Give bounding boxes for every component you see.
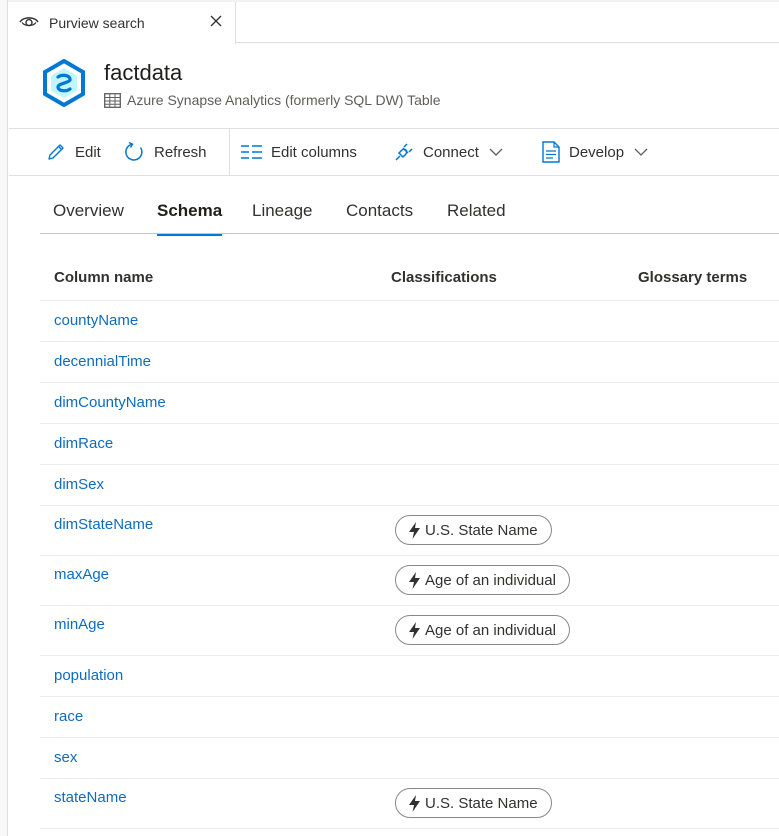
column-name-link[interactable]: maxAge — [54, 566, 109, 583]
lightning-icon — [409, 571, 420, 589]
tab-overview[interactable]: Overview — [53, 201, 124, 234]
refresh-button[interactable]: Refresh — [123, 129, 207, 175]
develop-dropdown[interactable]: Develop — [542, 129, 648, 175]
table-row[interactable]: decennialTime — [40, 342, 779, 383]
column-name-link[interactable]: countyName — [54, 312, 138, 329]
edit-button[interactable]: Edit — [46, 129, 101, 175]
asset-tabs: Overview Schema Lineage Contacts Related — [40, 190, 779, 236]
left-rail — [0, 0, 8, 836]
schema-table: Column name Classifications Glossary ter… — [40, 256, 779, 829]
table-row[interactable]: dimCountyName — [40, 383, 779, 424]
table-body: countyName decennialTime dimCountyName dimR… — [40, 301, 779, 829]
edit-columns-button[interactable]: Edit columns — [241, 129, 357, 175]
table-row[interactable]: dimSex — [40, 465, 779, 506]
column-name-link[interactable]: race — [54, 708, 83, 725]
asset-type: Azure Synapse Analytics (formerly SQL DW… — [104, 92, 441, 108]
classification-label: U.S. State Name — [425, 794, 538, 812]
column-name-link[interactable]: dimRace — [54, 435, 113, 452]
table-icon — [104, 92, 121, 108]
classification-tag[interactable]: U.S. State Name — [395, 515, 552, 545]
tab-label: Purview search — [49, 15, 145, 31]
lightning-icon — [409, 621, 420, 639]
tab-related[interactable]: Related — [447, 201, 506, 234]
table-row[interactable]: maxAge Age of an individual — [40, 556, 779, 606]
columns-icon — [241, 145, 262, 159]
pencil-icon — [48, 144, 64, 160]
column-name-link[interactable]: sex — [54, 749, 77, 766]
develop-label: Develop — [569, 143, 625, 161]
asset-type-label: Azure Synapse Analytics (formerly SQL DW… — [127, 92, 441, 108]
classification-label: U.S. State Name — [425, 521, 538, 539]
table-row[interactable]: population — [40, 656, 779, 697]
table-row[interactable]: dimRace — [40, 424, 779, 465]
column-name-link[interactable]: minAge — [54, 616, 105, 633]
column-name-header[interactable]: Column name — [54, 269, 153, 286]
table-row[interactable]: race — [40, 697, 779, 738]
edit-columns-label: Edit columns — [271, 143, 357, 161]
asset-title: factdata — [104, 60, 183, 85]
synapse-icon — [43, 59, 85, 107]
tab-contacts[interactable]: Contacts — [346, 201, 413, 234]
classification-label: Age of an individual — [425, 571, 556, 589]
refresh-label: Refresh — [154, 143, 207, 161]
classification-tag[interactable]: U.S. State Name — [395, 788, 552, 818]
lightning-icon — [409, 521, 420, 539]
connect-label: Connect — [423, 143, 479, 161]
edit-label: Edit — [75, 143, 101, 161]
command-bar: Edit Refresh Edit columns Connect Develo… — [9, 128, 779, 176]
tab-bar: Purview search — [9, 2, 779, 44]
asset-header: factdata Azure Synapse Analytics (former… — [9, 43, 779, 129]
table-row[interactable]: dimStateName U.S. State Name — [40, 506, 779, 556]
column-name-link[interactable]: dimCountyName — [54, 394, 166, 411]
toolbar-divider — [229, 129, 230, 175]
plug-icon — [395, 143, 413, 161]
tab-lineage[interactable]: Lineage — [252, 201, 313, 234]
connect-dropdown[interactable]: Connect — [394, 129, 503, 175]
column-name-link[interactable]: decennialTime — [54, 353, 151, 370]
eye-icon — [19, 17, 39, 27]
classification-tag[interactable]: Age of an individual — [395, 565, 570, 595]
tab-purview-search[interactable]: Purview search — [9, 2, 236, 44]
lightning-icon — [409, 794, 420, 812]
close-icon[interactable] — [209, 14, 223, 28]
document-icon — [542, 141, 560, 163]
chevron-down-icon — [634, 148, 648, 156]
classification-label: Age of an individual — [425, 621, 556, 639]
table-header: Column name Classifications Glossary ter… — [40, 256, 779, 301]
table-row[interactable]: sex — [40, 738, 779, 779]
column-name-link[interactable]: dimStateName — [54, 516, 153, 533]
glossary-terms-header[interactable]: Glossary terms — [638, 269, 747, 286]
tab-schema[interactable]: Schema — [157, 201, 223, 236]
classifications-header[interactable]: Classifications — [391, 269, 497, 286]
table-row[interactable]: countyName — [40, 301, 779, 342]
refresh-icon — [125, 141, 143, 161]
table-row[interactable]: minAge Age of an individual — [40, 606, 779, 656]
column-name-link[interactable]: stateName — [54, 789, 127, 806]
classification-tag[interactable]: Age of an individual — [395, 615, 570, 645]
column-name-link[interactable]: dimSex — [54, 476, 104, 493]
chevron-down-icon — [489, 148, 503, 156]
column-name-link[interactable]: population — [54, 667, 123, 684]
table-row[interactable]: stateName U.S. State Name — [40, 779, 779, 829]
